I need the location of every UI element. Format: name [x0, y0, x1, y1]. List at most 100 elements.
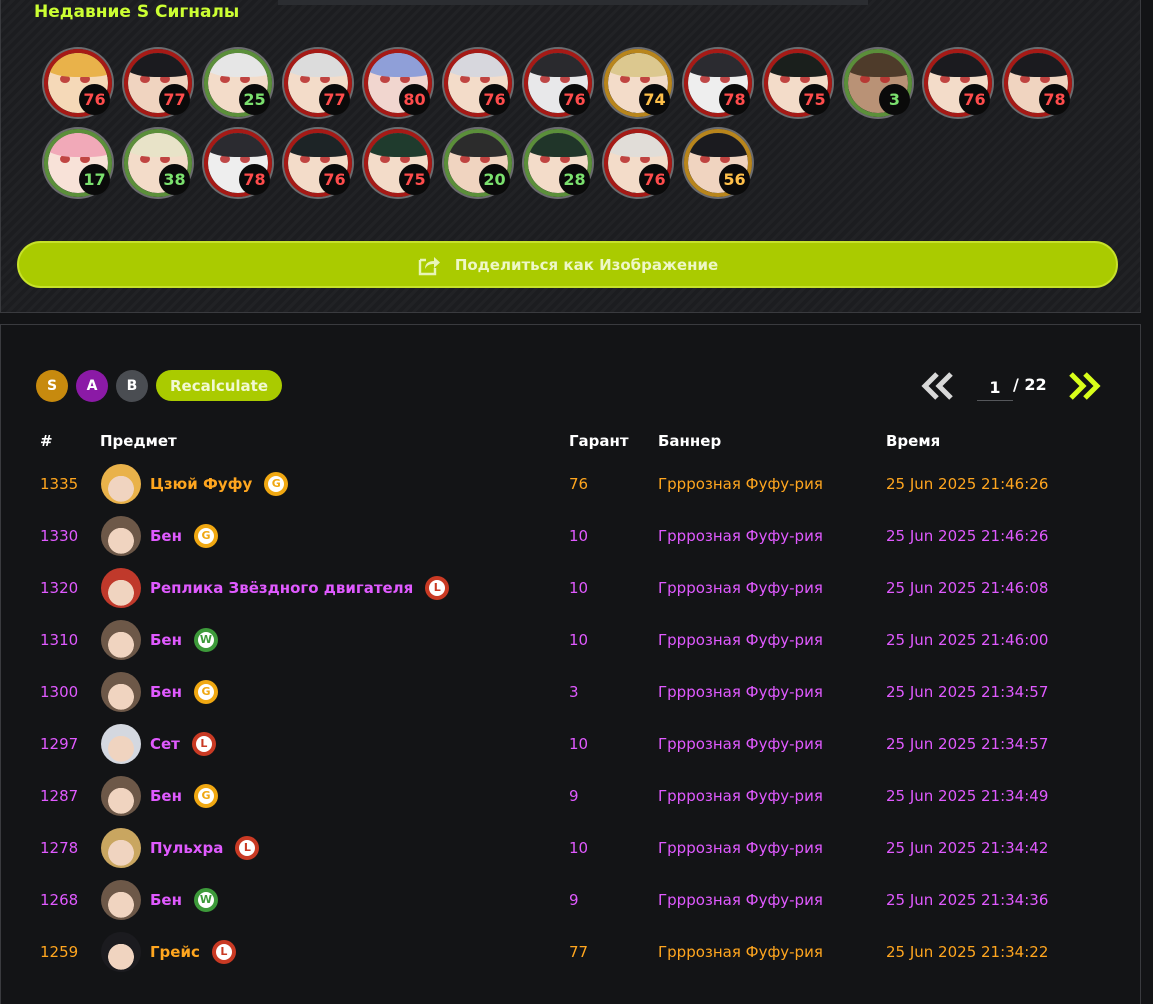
- row-time: 25 Jun 2025 21:34:22: [886, 943, 1049, 961]
- item-name[interactable]: Реплика Звёздного двигателя: [150, 562, 413, 614]
- item-name[interactable]: Бен: [150, 874, 182, 926]
- prev-page-icon[interactable]: [920, 370, 956, 402]
- item-name[interactable]: Грейс: [150, 926, 200, 978]
- row-guarantee: 10: [569, 579, 589, 597]
- item-avatar: [101, 516, 141, 556]
- pity-count-badge: 38: [159, 164, 190, 195]
- header-banner: Баннер: [658, 432, 722, 450]
- page-total: / 22: [1013, 375, 1047, 394]
- row-number: 1278: [40, 839, 79, 857]
- row-banner: Грррозная Фуфу-рия: [658, 631, 823, 649]
- item-avatar: [101, 932, 141, 972]
- top-strip: [278, 0, 868, 5]
- filter-b-chip[interactable]: B: [116, 370, 148, 402]
- row-item: Бен G: [101, 666, 218, 718]
- row-number: 1268: [40, 891, 79, 909]
- row-banner: Грррозная Фуфу-рия: [658, 891, 823, 909]
- pity-count-badge: 78: [239, 164, 270, 195]
- item-avatar: [101, 568, 141, 608]
- pity-count-badge: 28: [559, 164, 590, 195]
- item-tag-icon: L: [211, 940, 236, 964]
- row-banner: Грррозная Фуфу-рия: [658, 943, 823, 961]
- row-time: 25 Jun 2025 21:34:36: [886, 891, 1049, 909]
- table-row: 1297 Сет L 10 Грррозная Фуфу-рия 25 Jun 2025 …: [0, 718, 1141, 770]
- row-guarantee: 10: [569, 527, 589, 545]
- header-item: Предмет: [100, 432, 177, 450]
- row-time: 25 Jun 2025 21:46:00: [886, 631, 1049, 649]
- row-item: Грейс L: [101, 926, 236, 978]
- pity-count-badge: 76: [319, 164, 350, 195]
- pity-count-badge: 80: [399, 84, 430, 115]
- page-number-input[interactable]: [977, 374, 1013, 401]
- item-tag-letter: L: [215, 944, 232, 960]
- row-time: 25 Jun 2025 21:34:42: [886, 839, 1049, 857]
- pity-count-badge: 74: [639, 84, 670, 115]
- row-item: Сет L: [101, 718, 216, 770]
- pity-count-badge: 17: [79, 164, 110, 195]
- row-item: Реплика Звёздного двигателя L: [101, 562, 450, 614]
- row-time: 25 Jun 2025 21:46:26: [886, 527, 1049, 545]
- row-number: 1320: [40, 579, 79, 597]
- row-guarantee: 10: [569, 631, 589, 649]
- row-banner: Грррозная Фуфу-рия: [658, 787, 823, 805]
- row-guarantee: 10: [569, 839, 589, 857]
- item-tag-letter: G: [268, 476, 285, 492]
- row-guarantee: 76: [569, 475, 589, 493]
- item-tag-icon: G: [193, 680, 218, 704]
- header-guarantee: Гарант: [569, 432, 629, 450]
- item-tag-icon: G: [193, 524, 218, 548]
- item-name[interactable]: Бен: [150, 614, 182, 666]
- item-avatar: [101, 828, 141, 868]
- pity-count-badge: 77: [159, 84, 190, 115]
- row-time: 25 Jun 2025 21:46:08: [886, 579, 1049, 597]
- item-name[interactable]: Бен: [150, 666, 182, 718]
- item-name[interactable]: Бен: [150, 510, 182, 562]
- row-number: 1287: [40, 787, 79, 805]
- item-tag-icon: L: [425, 576, 450, 600]
- row-banner: Грррозная Фуфу-рия: [658, 579, 823, 597]
- row-guarantee: 3: [569, 683, 579, 701]
- share-as-image-button[interactable]: Поделиться как Изображение: [17, 241, 1118, 288]
- pity-count-badge: 77: [319, 84, 350, 115]
- item-name[interactable]: Цзюй Фуфу: [150, 458, 252, 510]
- item-avatar: [101, 776, 141, 816]
- share-label: Поделиться как Изображение: [454, 255, 719, 274]
- pity-count-badge: 76: [639, 164, 670, 195]
- filter-s-chip[interactable]: S: [36, 370, 68, 402]
- pagination: / 22: [920, 370, 1102, 402]
- pity-count-badge: 76: [79, 84, 110, 115]
- row-guarantee: 10: [569, 735, 589, 753]
- header-time: Время: [886, 432, 941, 450]
- item-tag-icon: G: [193, 784, 218, 808]
- filter-a-chip[interactable]: A: [76, 370, 108, 402]
- table-row: 1259 Грейс L 77 Грррозная Фуфу-рия 25 Jun 202…: [0, 926, 1141, 978]
- item-tag-icon: L: [191, 732, 216, 756]
- table-row: 1300 Бен G 3 Грррозная Фуфу-рия 25 Jun 2025 2…: [0, 666, 1141, 718]
- row-time: 25 Jun 2025 21:34:57: [886, 683, 1049, 701]
- item-tag-icon: W: [193, 628, 218, 652]
- row-banner: Грррозная Фуфу-рия: [658, 475, 823, 493]
- row-item: Бен W: [101, 614, 218, 666]
- share-icon: [417, 254, 441, 276]
- item-name[interactable]: Пульхра: [150, 822, 223, 874]
- item-avatar: [101, 464, 141, 504]
- item-name[interactable]: Бен: [150, 770, 182, 822]
- next-page-icon[interactable]: [1066, 370, 1102, 402]
- table-row: 1320 Реплика Звёздного двигателя L 10 Гррроз…: [0, 562, 1141, 614]
- row-item: Бен W: [101, 874, 218, 926]
- row-number: 1335: [40, 475, 79, 493]
- row-item: Цзюй Фуфу G: [101, 458, 289, 510]
- row-guarantee: 77: [569, 943, 589, 961]
- recalculate-button[interactable]: Recalculate: [156, 370, 282, 401]
- item-name[interactable]: Сет: [150, 718, 180, 770]
- pity-count-badge: 76: [479, 84, 510, 115]
- section-title: Недавние S Сигналы: [34, 2, 240, 22]
- pity-count-badge: 75: [399, 164, 430, 195]
- item-avatar: [101, 620, 141, 660]
- item-avatar: [101, 880, 141, 920]
- pity-count-badge: 3: [879, 84, 910, 115]
- item-tag-letter: G: [197, 788, 214, 804]
- table-row: 1330 Бен G 10 Грррозная Фуфу-рия 25 Jun 2025 …: [0, 510, 1141, 562]
- table-row: 1287 Бен G 9 Грррозная Фуфу-рия 25 Jun 2025 2…: [0, 770, 1141, 822]
- row-item: Бен G: [101, 510, 218, 562]
